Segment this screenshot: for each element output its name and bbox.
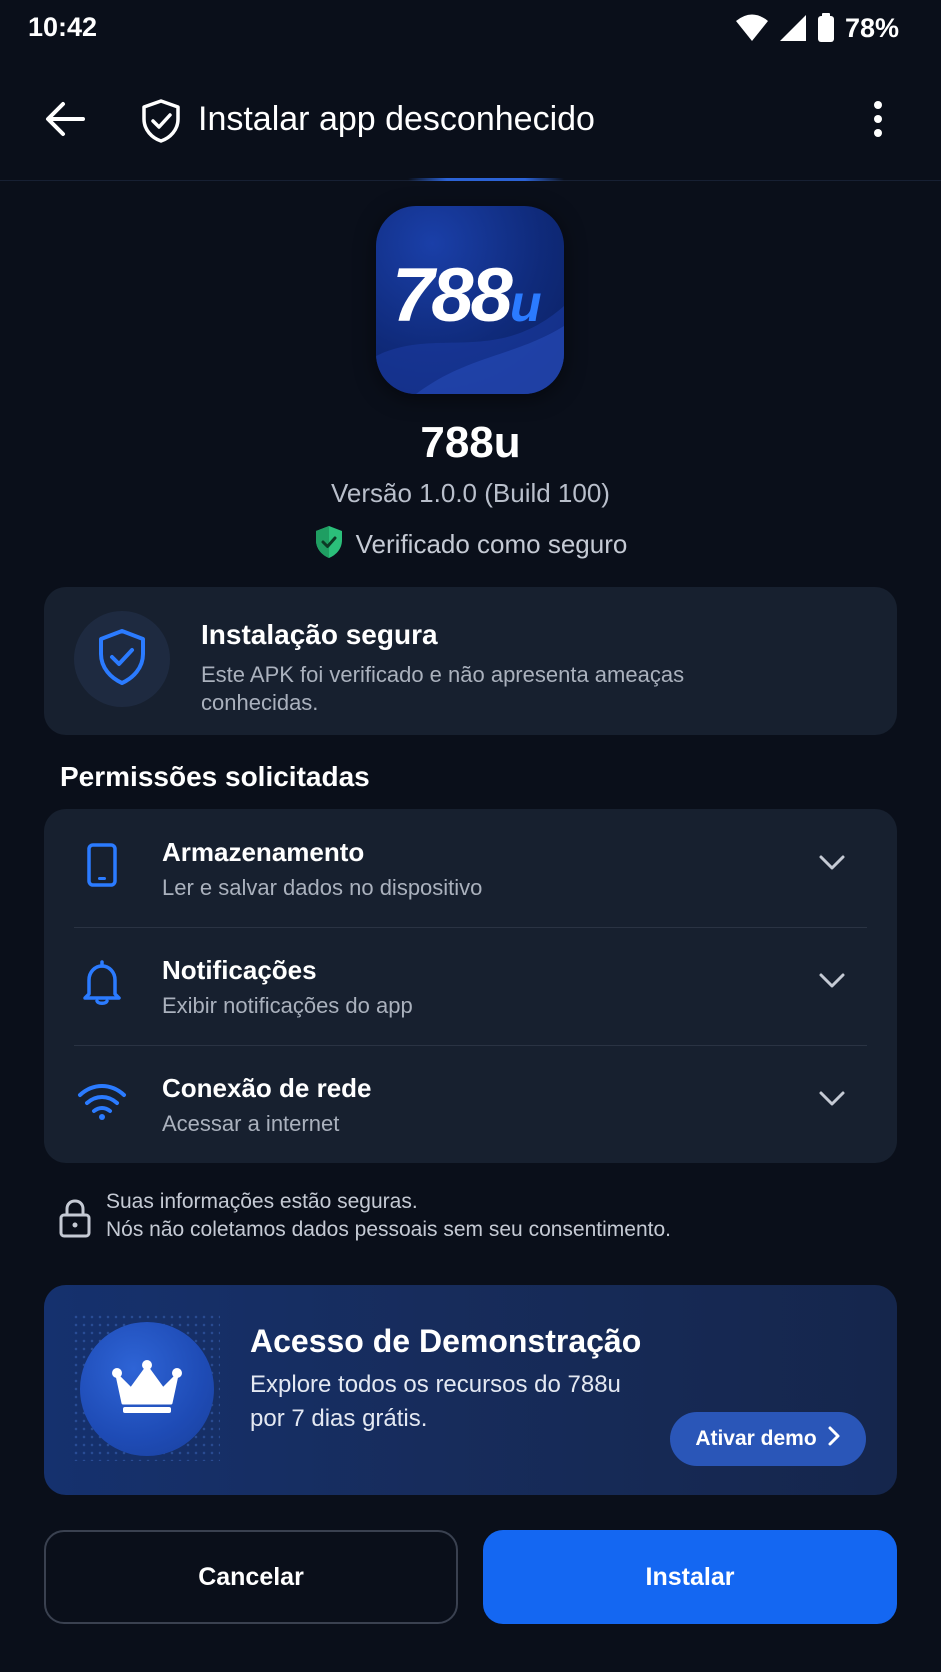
- privacy-line-1: Suas informações estão seguras.: [106, 1190, 418, 1213]
- chevron-down-icon[interactable]: [814, 845, 850, 881]
- crown-icon: [111, 1359, 183, 1420]
- page-title: Instalar app desconhecido: [198, 100, 595, 138]
- activate-demo-label: Ativar demo: [695, 1427, 817, 1450]
- app-logo: 788u: [376, 206, 564, 394]
- battery-icon: [817, 13, 835, 43]
- app-name: 788u: [420, 418, 521, 467]
- permission-title: Conexão de rede: [162, 1073, 372, 1103]
- wifi-icon: [735, 14, 769, 42]
- back-arrow-icon: [45, 101, 85, 142]
- scroll-indicator: [408, 178, 564, 181]
- permissions-list: Armazenamento Ler e salvar dados no disp…: [44, 809, 897, 1163]
- status-icons: 78%: [735, 10, 899, 46]
- demo-title: Acesso de Demonstração: [250, 1323, 642, 1359]
- status-time: 10:42: [28, 12, 98, 42]
- verified-shield-icon: [314, 525, 344, 564]
- chevron-right-icon: [827, 1425, 841, 1453]
- permission-description: Exibir notificações do app: [162, 993, 413, 1018]
- crown-circle: [80, 1322, 214, 1456]
- more-vert-icon: [872, 100, 884, 143]
- logo-text: 788u: [392, 253, 542, 338]
- secure-install-card: Instalação segura Este APK foi verificad…: [44, 587, 897, 735]
- permissions-heading: Permissões solicitadas: [60, 761, 370, 792]
- more-options-button[interactable]: [862, 96, 894, 146]
- permission-item-notifications[interactable]: Notificações Exibir notificações do app: [44, 927, 897, 1045]
- secure-title: Instalação segura: [201, 619, 438, 650]
- permission-description: Acessar a internet: [162, 1111, 340, 1136]
- phone-icon: [74, 837, 130, 893]
- battery-percent: 78%: [844, 12, 899, 43]
- permission-item-storage[interactable]: Armazenamento Ler e salvar dados no disp…: [44, 809, 897, 927]
- verified-badge: Verificado como seguro: [0, 525, 941, 564]
- cancel-button[interactable]: Cancelar: [44, 1530, 458, 1624]
- shield-check-icon: [97, 628, 147, 691]
- signal-icon: [779, 14, 807, 42]
- demo-description-line-1: Explore todos os recursos do 788u: [250, 1371, 621, 1398]
- install-screen: 10:42 78% Instalar app desconhecido 788u…: [0, 0, 941, 1672]
- wifi-icon: [74, 1073, 130, 1129]
- permission-description: Ler e salvar dados no dispositivo: [162, 875, 483, 900]
- privacy-line-2: Nós não coletamos dados pessoais sem seu…: [106, 1218, 671, 1241]
- app-bar: Instalar app desconhecido: [0, 78, 941, 164]
- secure-description: Este APK foi verificado e não apresenta …: [201, 662, 685, 715]
- back-button[interactable]: [40, 98, 90, 144]
- shield-check-icon: [139, 98, 183, 144]
- demo-description-line-2: por 7 dias grátis.: [250, 1405, 428, 1432]
- chevron-down-icon[interactable]: [814, 963, 850, 999]
- permission-item-network[interactable]: Conexão de rede Acessar a internet: [44, 1045, 897, 1163]
- app-version: Versão 1.0.0 (Build 100): [331, 478, 610, 508]
- permission-title: Armazenamento: [162, 837, 365, 867]
- privacy-note: Suas informações estão seguras. Nós não …: [58, 1188, 888, 1248]
- install-button[interactable]: Instalar: [483, 1530, 897, 1624]
- chevron-down-icon[interactable]: [814, 1081, 850, 1117]
- bell-icon: [74, 955, 130, 1011]
- lock-icon: [58, 1198, 92, 1238]
- permission-title: Notificações: [162, 955, 317, 985]
- status-bar: 10:42 78%: [0, 0, 941, 56]
- secure-icon-circle: [74, 611, 170, 707]
- verified-text: Verificado como seguro: [355, 529, 628, 559]
- activate-demo-button[interactable]: Ativar demo: [670, 1412, 866, 1466]
- demo-access-card: Acesso de Demonstração Explore todos os …: [44, 1285, 897, 1495]
